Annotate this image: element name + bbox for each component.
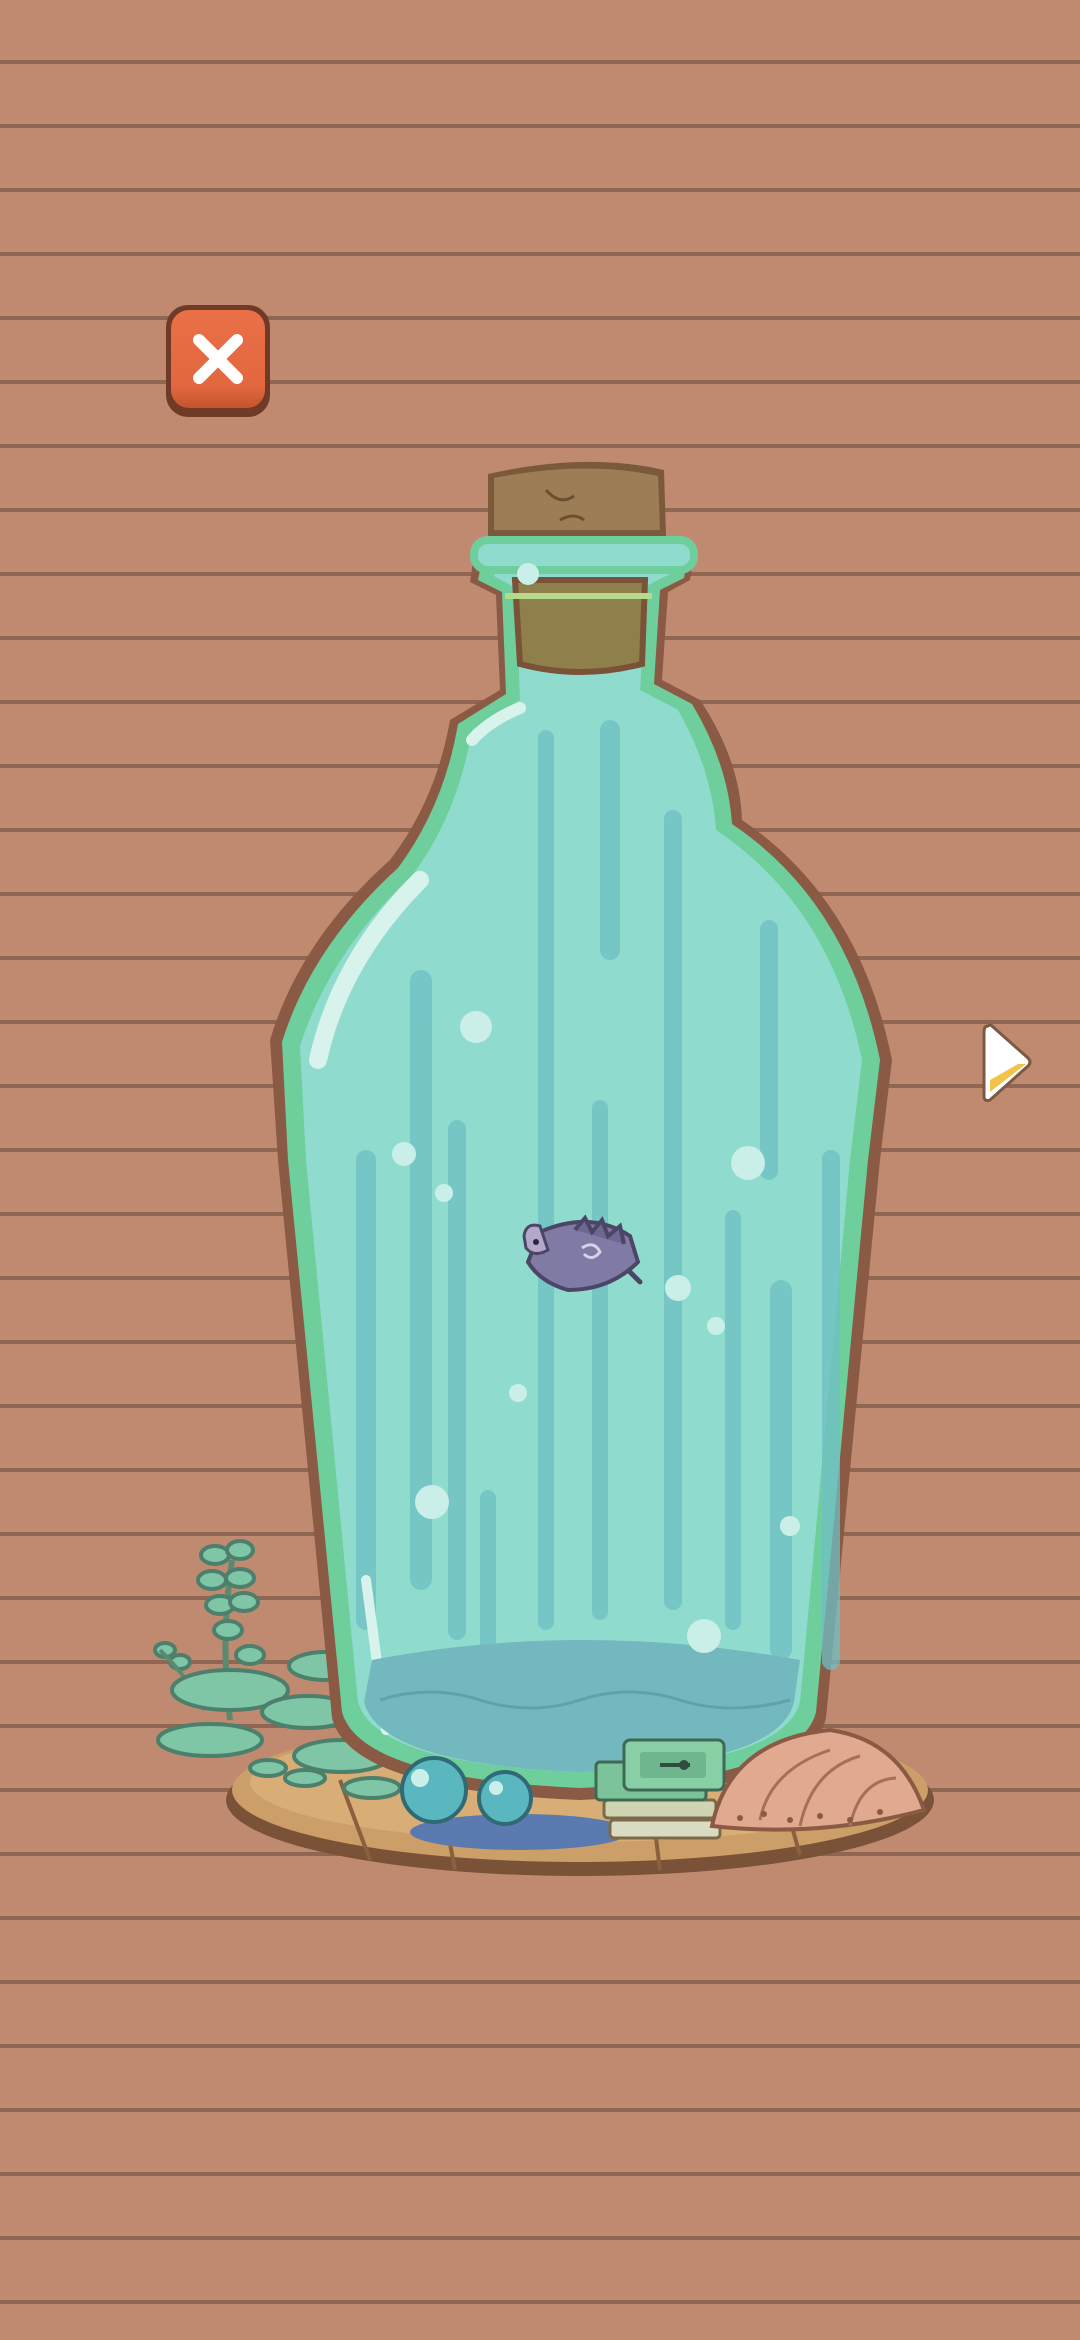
play-arrow-icon[interactable] [982, 1022, 1034, 1106]
close-icon [193, 334, 243, 384]
bottle-scene [153, 461, 934, 1876]
close-button-face[interactable] [171, 310, 265, 408]
glass-bottle [270, 536, 892, 1800]
close-button[interactable] [166, 305, 270, 417]
